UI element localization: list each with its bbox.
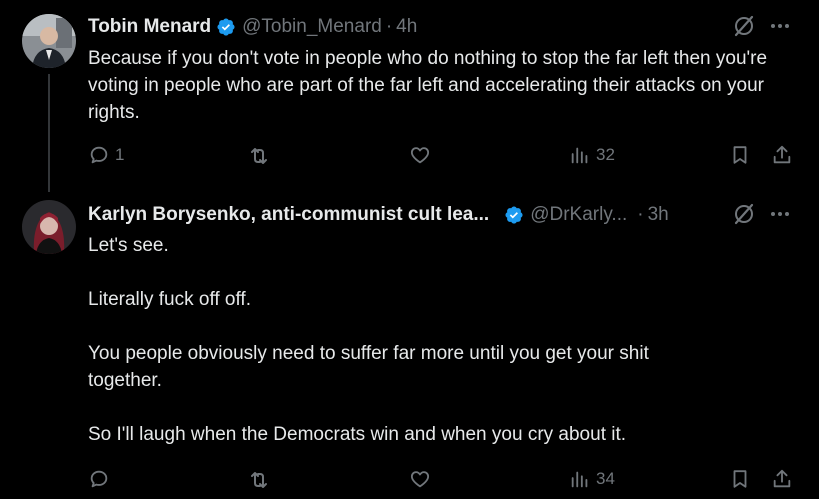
post-paragraph: Literally fuck off off. [88,289,251,310]
reply-button[interactable] [88,468,115,490]
post-time[interactable]: 3h [648,204,669,226]
avatar[interactable] [22,200,76,254]
more-icon[interactable] [770,204,790,224]
share-icon [771,144,793,166]
share-button[interactable] [771,468,793,490]
views-icon [569,144,591,166]
post-text: Let's see. Literally fuck off off. You p… [88,232,798,448]
bookmark-icon [729,144,751,166]
like-button[interactable] [409,144,436,166]
bookmark-button[interactable] [729,468,751,490]
post[interactable]: Tobin Menard @Tobin_Menard · 4h Because … [0,0,819,190]
action-bar: 34 [88,466,798,494]
repost-button[interactable] [247,144,276,168]
post-paragraph: So I'll laugh when the Democrats win and… [88,424,627,445]
post-time[interactable]: 4h [396,16,417,38]
repost-icon [247,468,271,492]
reply-icon [88,144,110,166]
bookmark-button[interactable] [729,144,751,166]
reply-count: 1 [115,145,125,164]
repost-button[interactable] [247,468,276,492]
author-handle[interactable]: @Tobin_Menard [242,16,382,38]
post-paragraph: Because if you don't vote in people who … [88,48,768,123]
bookmark-icon [729,468,751,490]
post-text: Because if you don't vote in people who … [88,45,798,126]
like-icon [409,144,431,166]
views-count: 34 [596,469,615,488]
author-name[interactable]: Karlyn Borysenko, anti-communist cult le… [88,204,489,226]
views-button[interactable]: 32 [569,144,615,166]
repost-icon [247,144,271,168]
verified-badge-icon [211,17,236,37]
views-button[interactable]: 34 [569,468,615,490]
post-header: Karlyn Borysenko, anti-communist cult le… [88,203,669,227]
dot-separator: · [385,16,393,37]
author-name[interactable]: Tobin Menard [88,16,211,38]
reply-button[interactable]: 1 [88,144,124,166]
action-bar: 1 32 [88,142,798,170]
like-button[interactable] [409,468,436,490]
grok-icon[interactable] [732,202,756,226]
author-handle[interactable]: @DrKarly... [530,204,627,226]
reply-icon [88,468,110,490]
dot-separator: · [637,204,644,225]
more-icon[interactable] [770,16,790,36]
share-icon [771,468,793,490]
post-paragraph: You people obviously need to suffer far … [88,343,649,391]
post[interactable]: Karlyn Borysenko, anti-communist cult le… [0,190,819,499]
post-paragraph: Let's see. [88,235,169,256]
grok-icon[interactable] [732,14,756,38]
views-count: 32 [596,145,615,164]
verified-badge-icon [499,205,524,225]
like-icon [409,468,431,490]
post-header: Tobin Menard @Tobin_Menard · 4h [88,15,417,39]
share-button[interactable] [771,144,793,166]
views-icon [569,468,591,490]
avatar[interactable] [22,14,76,68]
